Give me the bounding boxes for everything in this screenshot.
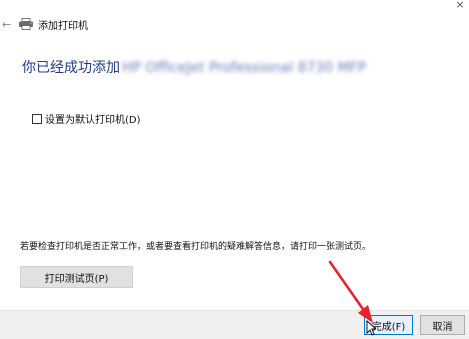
test-page-info-text: 若要检查打印机是否正常工作，或者要查看打印机的疑难解答信息，请打印一张测试页。	[20, 242, 372, 252]
default-printer-label[interactable]: 设置为默认打印机(D)	[45, 111, 141, 126]
printer-icon	[19, 18, 33, 30]
mouse-cursor-icon	[366, 320, 376, 336]
close-icon[interactable]: ×	[451, 0, 469, 12]
success-heading: 你已经成功添加 HP OfficeJet Professional 8730 M…	[22, 57, 366, 77]
annotation-arrow-icon	[328, 260, 373, 323]
back-arrow-icon[interactable]: ←	[2, 18, 11, 31]
success-heading-text: 你已经成功添加	[22, 60, 120, 76]
default-printer-checkbox[interactable]	[32, 113, 42, 124]
cancel-button[interactable]: 取消	[420, 315, 465, 335]
window-title: 添加打印机	[38, 20, 88, 32]
default-printer-option[interactable]: 设置为默认打印机(D)	[32, 111, 141, 126]
print-test-page-button[interactable]: 打印测试页(P)	[20, 266, 133, 288]
printer-name-obscured: HP OfficeJet Professional 8730 MFP	[122, 60, 367, 76]
add-printer-dialog: × ← 添加打印机 你已经成功添加 HP OfficeJet Professio…	[0, 0, 469, 339]
title-bar: 添加打印机	[18, 15, 88, 33]
